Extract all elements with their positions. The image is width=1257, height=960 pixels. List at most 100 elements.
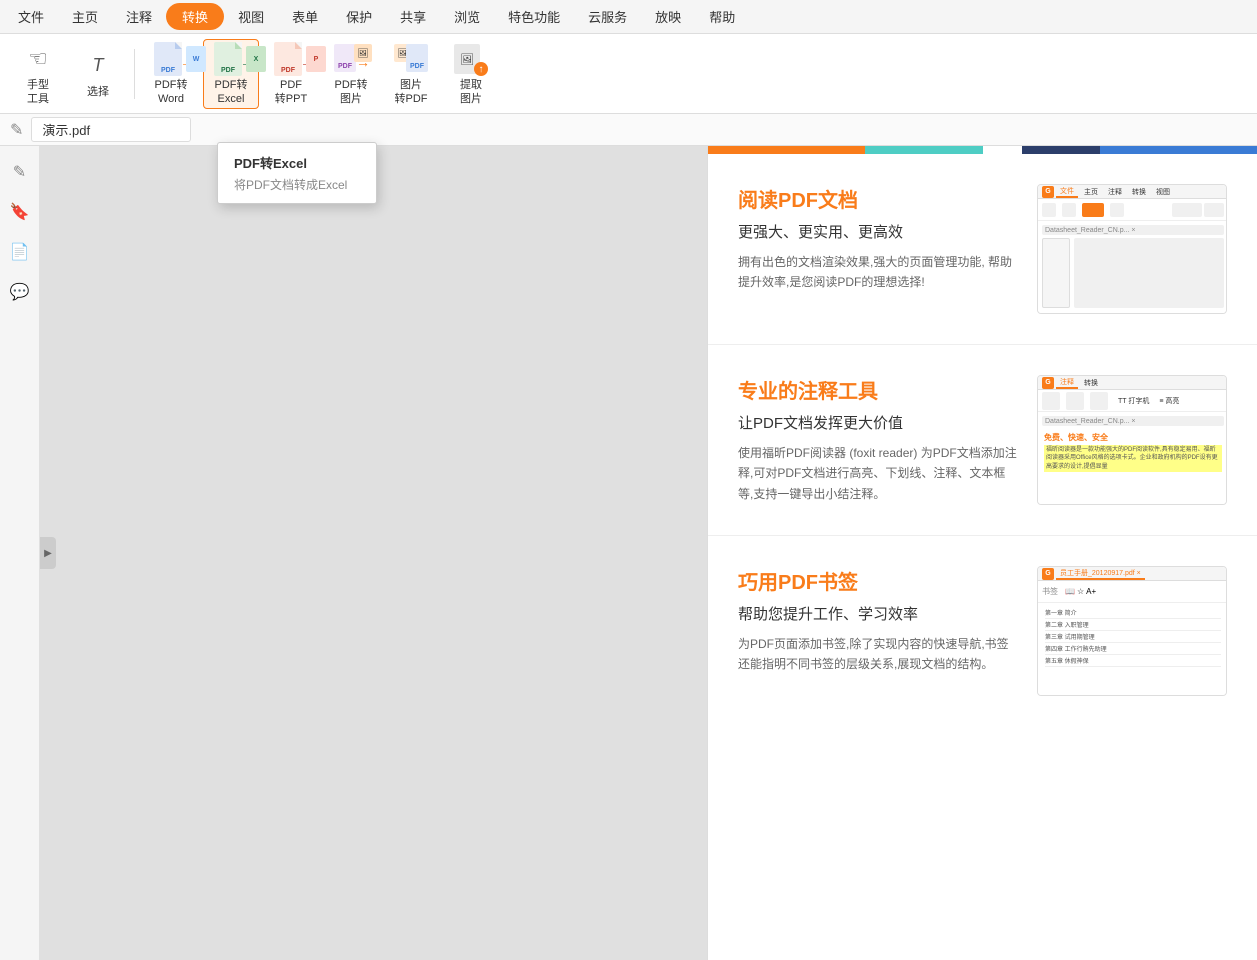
promo-read-image: G 文件 主页 注释 转换 视图 bbox=[1037, 184, 1227, 314]
mini-bookmark-item-2: 第二章 入职管理 bbox=[1045, 619, 1221, 631]
image-to-pdf-button[interactable]: 🖼 → PDF 图片转PDF bbox=[383, 39, 439, 109]
mini-tab-file: 文件 bbox=[1056, 186, 1078, 198]
pdf-to-image-button[interactable]: PDF → 🖼 PDF转图片 bbox=[323, 39, 379, 109]
promo-annotate-title: 专业的注释工具 bbox=[738, 375, 1017, 404]
pdf-to-excel-button[interactable]: PDF → X PDF转Excel bbox=[203, 39, 259, 109]
content-area: ▶ 阅读PDF文档 更强大、更实用、更高效 拥有出色的文档渲染效果,强大的页面管… bbox=[40, 146, 1257, 960]
pdf-word-icon: PDF → W bbox=[154, 42, 188, 76]
image-pdf-icon: 🖼 → PDF bbox=[394, 42, 428, 76]
left-sidebar: ✎ 🔖 📄 💬 bbox=[0, 146, 40, 960]
promo-annotate-subtitle: 让PDF文档发挥更大价值 bbox=[738, 412, 1017, 433]
mini-annot-tool-1 bbox=[1042, 392, 1060, 410]
collapse-button[interactable]: ▶ bbox=[40, 537, 56, 569]
promo-read-text: 阅读PDF文档 更强大、更实用、更高效 拥有出色的文档渲染效果,强大的页面管理功… bbox=[738, 184, 1017, 314]
sidebar-annotate-icon[interactable]: ✎ bbox=[4, 156, 36, 188]
pdf-ppt-label: PDF转PPT bbox=[275, 79, 307, 105]
mini-app-annotate: G 注释 转换 TT 打字机 ≡ 高亮 Datasheet_Rea bbox=[1038, 376, 1227, 505]
mini-breadcrumb: Datasheet_Reader_CN.p... × bbox=[1042, 225, 1224, 235]
mini-bookmark-logo: G bbox=[1042, 568, 1054, 580]
file-path: 演示.pdf bbox=[31, 117, 191, 142]
select-icon: T bbox=[93, 55, 104, 76]
menu-convert[interactable]: 转换 bbox=[166, 3, 224, 30]
mini-tool-3 bbox=[1082, 203, 1104, 217]
color-segment-white bbox=[983, 146, 1022, 154]
promo-panel: 阅读PDF文档 更强大、更实用、更高效 拥有出色的文档渲染效果,强大的页面管理功… bbox=[707, 146, 1257, 960]
mini-bookmark-tab: 员工手册_20120917.pdf × bbox=[1056, 568, 1145, 580]
pdf-to-word-button[interactable]: PDF → W PDF转Word bbox=[143, 39, 199, 109]
hand-icon: ☜ bbox=[28, 46, 48, 72]
color-segment-navy bbox=[1022, 146, 1100, 154]
pdf-ppt-icon: PDF → P bbox=[274, 42, 308, 76]
color-segment-teal bbox=[865, 146, 983, 154]
promo-annotate-image: G 注释 转换 TT 打字机 ≡ 高亮 Datasheet_Rea bbox=[1037, 375, 1227, 505]
tooltip-desc: 将PDF文档转成Excel bbox=[234, 176, 360, 193]
menu-file[interactable]: 文件 bbox=[4, 1, 58, 32]
toolbar: ☜ 手型工具 T 选择 PDF → W PDF转W bbox=[0, 34, 1257, 114]
mini-tab-convert: 转换 bbox=[1128, 187, 1150, 197]
sidebar-pages-icon[interactable]: 📄 bbox=[4, 236, 36, 268]
mini-app-read: G 文件 主页 注释 转换 视图 bbox=[1038, 185, 1227, 314]
extract-image-label: 提取图片 bbox=[460, 79, 482, 105]
mini-bookmark-item-5: 第五章 休假神保 bbox=[1045, 655, 1221, 667]
promo-bookmark-text: 巧用PDF书签 帮助您提升工作、学习效率 为PDF页面添加书签,除了实现内容的快… bbox=[738, 566, 1017, 696]
breadcrumb-bar: ✎ 演示.pdf bbox=[0, 114, 1257, 146]
promo-read-subtitle: 更强大、更实用、更高效 bbox=[738, 221, 1017, 242]
menu-present[interactable]: 放映 bbox=[641, 1, 695, 32]
mini-tool-1 bbox=[1042, 203, 1056, 217]
promo-annotate-desc: 使用福昕PDF阅读器 (foxit reader) 为PDF文档添加注释,可对P… bbox=[738, 443, 1017, 504]
promo-section-bookmark: 巧用PDF书签 帮助您提升工作、学习效率 为PDF页面添加书签,除了实现内容的快… bbox=[708, 536, 1257, 726]
pdf-to-ppt-button[interactable]: PDF → P PDF转PPT bbox=[263, 39, 319, 109]
mini-bookmark-panel: 第一章 简介 第二章 入职管理 第三章 试用期管理 第四章 工作行贿先助理 第五… bbox=[1041, 605, 1225, 669]
promo-annotate-text: 专业的注释工具 让PDF文档发挥更大价值 使用福昕PDF阅读器 (foxit r… bbox=[738, 375, 1017, 505]
menu-annotate[interactable]: 注释 bbox=[112, 1, 166, 32]
pdf-excel-label: PDF转Excel bbox=[215, 79, 248, 105]
menu-home[interactable]: 主页 bbox=[58, 1, 112, 32]
mini-tab-view: 视图 bbox=[1152, 187, 1174, 197]
mini-app-bookmark: G 员工手册_20120917.pdf × 书签 📖 ☆ A+ bbox=[1038, 567, 1227, 696]
promo-bookmark-title: 巧用PDF书签 bbox=[738, 566, 1017, 595]
mini-tool-5 bbox=[1172, 203, 1202, 217]
toolbar-separator-1 bbox=[134, 49, 135, 99]
chevron-right-icon: ▶ bbox=[44, 548, 52, 559]
menu-cloud[interactable]: 云服务 bbox=[574, 1, 641, 32]
menu-help[interactable]: 帮助 bbox=[695, 1, 749, 32]
sidebar-bookmark-icon[interactable]: 🔖 bbox=[4, 196, 36, 228]
extract-image-button[interactable]: 🖼 ↑ 提取图片 bbox=[443, 39, 499, 109]
promo-read-title: 阅读PDF文档 bbox=[738, 184, 1017, 213]
mini-tool-6 bbox=[1204, 203, 1224, 217]
pdf-word-label: PDF转Word bbox=[155, 79, 188, 105]
mini-bookmark-item-3: 第三章 试用期管理 bbox=[1045, 631, 1221, 643]
promo-read-desc: 拥有出色的文档渲染效果,强大的页面管理功能, 帮助提升效率,是您阅读PDF的理想… bbox=[738, 252, 1017, 293]
mini-annot-breadcrumb: Datasheet_Reader_CN.p... × bbox=[1042, 416, 1224, 426]
pdf-image-icon: PDF → 🖼 bbox=[334, 42, 368, 76]
menu-share[interactable]: 共享 bbox=[386, 1, 440, 32]
mini-annot-tool-2 bbox=[1066, 392, 1084, 410]
menu-bar: 文件 主页 注释 转换 视图 表单 保护 共享 浏览 特色功能 云服务 放映 帮… bbox=[0, 0, 1257, 34]
sidebar-comment-icon[interactable]: 💬 bbox=[4, 276, 36, 308]
main-area: ✎ 🔖 📄 💬 ▶ 阅读PDF文档 bbox=[0, 146, 1257, 960]
menu-protect[interactable]: 保护 bbox=[332, 1, 386, 32]
promo-bookmark-image: G 员工手册_20120917.pdf × 书签 📖 ☆ A+ bbox=[1037, 566, 1227, 696]
tooltip-title: PDF转Excel bbox=[234, 153, 360, 172]
hand-tool-button[interactable]: ☜ 手型工具 bbox=[10, 39, 66, 109]
mini-logo: G bbox=[1042, 186, 1054, 198]
mini-annot-tool-3 bbox=[1090, 392, 1108, 410]
mini-tool-2 bbox=[1062, 203, 1076, 217]
select-tool-button[interactable]: T 选择 bbox=[70, 39, 126, 109]
promo-bookmark-subtitle: 帮助您提升工作、学习效率 bbox=[738, 603, 1017, 624]
pdf-image-label: PDF转图片 bbox=[335, 79, 368, 105]
mini-annot-tab: 注释 bbox=[1056, 377, 1078, 389]
color-segment-blue bbox=[1100, 146, 1257, 154]
mini-annot-logo: G bbox=[1042, 377, 1054, 389]
menu-browse[interactable]: 浏览 bbox=[440, 1, 494, 32]
promo-bookmark-desc: 为PDF页面添加书签,除了实现内容的快速导航,书签还能指明不同书签的层级关系,展… bbox=[738, 634, 1017, 675]
mini-tab-main: 主页 bbox=[1080, 187, 1102, 197]
mini-bookmark-item-4: 第四章 工作行贿先助理 bbox=[1045, 643, 1221, 655]
select-tool-label: 选择 bbox=[87, 86, 109, 99]
image-pdf-label: 图片转PDF bbox=[395, 79, 428, 105]
promo-section-annotate: 专业的注释工具 让PDF文档发挥更大价值 使用福昕PDF阅读器 (foxit r… bbox=[708, 345, 1257, 536]
menu-features[interactable]: 特色功能 bbox=[494, 1, 574, 32]
menu-view[interactable]: 视图 bbox=[224, 1, 278, 32]
pdf-viewer bbox=[40, 146, 707, 960]
menu-form[interactable]: 表单 bbox=[278, 1, 332, 32]
